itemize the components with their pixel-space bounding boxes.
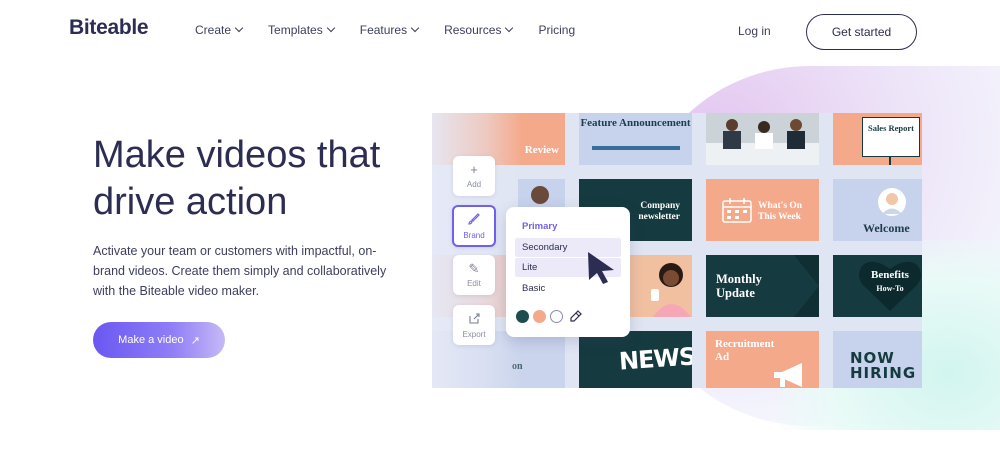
avatar [878, 188, 906, 216]
login-link[interactable]: Log in [738, 24, 771, 38]
nav-item-templates[interactable]: Templates [268, 23, 335, 37]
tile-label-line-1: Benefits [871, 269, 909, 281]
tile-label: What's On This Week [758, 201, 802, 223]
template-tile-recruitment-ad[interactable]: Recruitment Ad [706, 331, 819, 388]
tile-label: NOW HIRING [850, 351, 916, 381]
template-tile-benefits[interactable]: Benefits How-To [833, 255, 922, 317]
nav-item-pricing[interactable]: Pricing [538, 23, 575, 37]
hero-subtext: Activate your team or customers with imp… [93, 244, 387, 298]
tile-label: Recruitment Ad [715, 338, 774, 364]
tile-label: Feature Announcement [580, 117, 691, 129]
color-swatch-white[interactable] [550, 310, 563, 323]
export-icon [468, 312, 480, 327]
tile-label-line-2: Update [716, 286, 755, 300]
template-tile-monthly-update[interactable]: Monthly Update [706, 255, 819, 317]
nav-item-label: Create [195, 23, 232, 37]
toolbar-label: Edit [467, 279, 481, 288]
tile-label: Sales Report [867, 123, 915, 133]
nav-item-label: Templates [268, 23, 323, 37]
nav-item-resources[interactable]: Resources [444, 23, 514, 37]
meeting-photo [706, 113, 819, 165]
template-tile-feature-announcement[interactable]: Feature Announcement [579, 113, 692, 165]
template-tile-welcome[interactable]: Welcome [833, 179, 922, 241]
tile-underline [592, 146, 680, 150]
headline-line-2: drive action [93, 181, 288, 223]
color-swatch-peach[interactable] [533, 310, 546, 323]
make-a-video-label: Make a video [118, 334, 184, 346]
template-tile-sales-report[interactable]: Sales Report [833, 113, 922, 165]
toolbar-add-button[interactable]: + Add [453, 156, 495, 196]
tile-label-line-1: Monthly [716, 272, 762, 286]
tile-label: Monthly Update [716, 272, 762, 300]
pencil-icon: ✎ [468, 261, 480, 276]
toolbar-brand-button[interactable]: Brand [452, 205, 496, 247]
arrow-up-right-icon: ↗ [190, 334, 200, 347]
main-menu: Create Templates Features Resources Pric… [195, 23, 601, 37]
headline-line-1: Make videos that [93, 134, 381, 176]
tile-label-line-1: Company [640, 201, 680, 211]
brand-option-primary[interactable]: Primary [515, 217, 621, 236]
nav-item-label: Pricing [538, 23, 576, 37]
make-a-video-button[interactable]: Make a video ↗ [93, 322, 225, 358]
nav-item-features[interactable]: Features [359, 23, 420, 37]
hero-headline: Make videos that drive action [93, 132, 423, 226]
tile-label-line-1: What's On [758, 201, 803, 211]
tile-label-line-2: HIRING [850, 364, 917, 382]
eyedropper-icon[interactable] [569, 310, 582, 323]
color-swatch-teal[interactable] [516, 310, 529, 323]
chevron-down-icon [505, 23, 514, 33]
template-tile-now-hiring[interactable]: NOW HIRING [833, 331, 922, 388]
tile-label: Benefits How-To [857, 269, 922, 295]
tile-label: NEWS [618, 342, 692, 376]
megaphone-icon [774, 363, 802, 387]
board-stand [889, 157, 891, 165]
tile-label-line-2: Ad [715, 351, 730, 363]
toolbar-edit-button[interactable]: ✎ Edit [453, 255, 495, 295]
export-svg [469, 312, 480, 324]
tile-label: Welcome [863, 221, 910, 235]
toolbar-label: Export [462, 329, 486, 339]
tile-label-line-2: This Week [758, 212, 801, 222]
template-tile-news[interactable]: NEWS [579, 331, 692, 388]
toolbar-export-button[interactable]: Export [453, 305, 495, 345]
biteable-logo[interactable]: Biteable [69, 16, 149, 40]
template-tile-meeting[interactable] [706, 113, 819, 165]
tile-label-line-2: How-To [876, 284, 904, 293]
nav-item-create[interactable]: Create [195, 23, 244, 37]
top-navigation: Biteable Create Templates Features Resou… [0, 0, 1000, 62]
get-started-button[interactable]: Get started [806, 14, 917, 50]
nav-item-label: Resources [444, 23, 502, 37]
tile-label: Review [524, 144, 559, 156]
mouse-cursor-icon [588, 252, 614, 284]
brush-svg [468, 212, 480, 225]
tile-label-line-2: newsletter [638, 212, 680, 222]
tile-label-line-1: Recruitment [715, 338, 775, 350]
chevron-down-icon [234, 23, 244, 33]
plus-icon: + [470, 162, 478, 177]
calendar-icon [722, 198, 752, 223]
nav-item-label: Features [359, 23, 408, 37]
brush-icon [468, 212, 480, 228]
chevron-down-icon [410, 23, 420, 33]
toolbar-label: Brand [463, 230, 485, 240]
toolbar-label: Add [466, 180, 482, 189]
template-tile-whats-on[interactable]: What's On This Week [706, 179, 819, 241]
chevron-down-icon [326, 23, 335, 33]
